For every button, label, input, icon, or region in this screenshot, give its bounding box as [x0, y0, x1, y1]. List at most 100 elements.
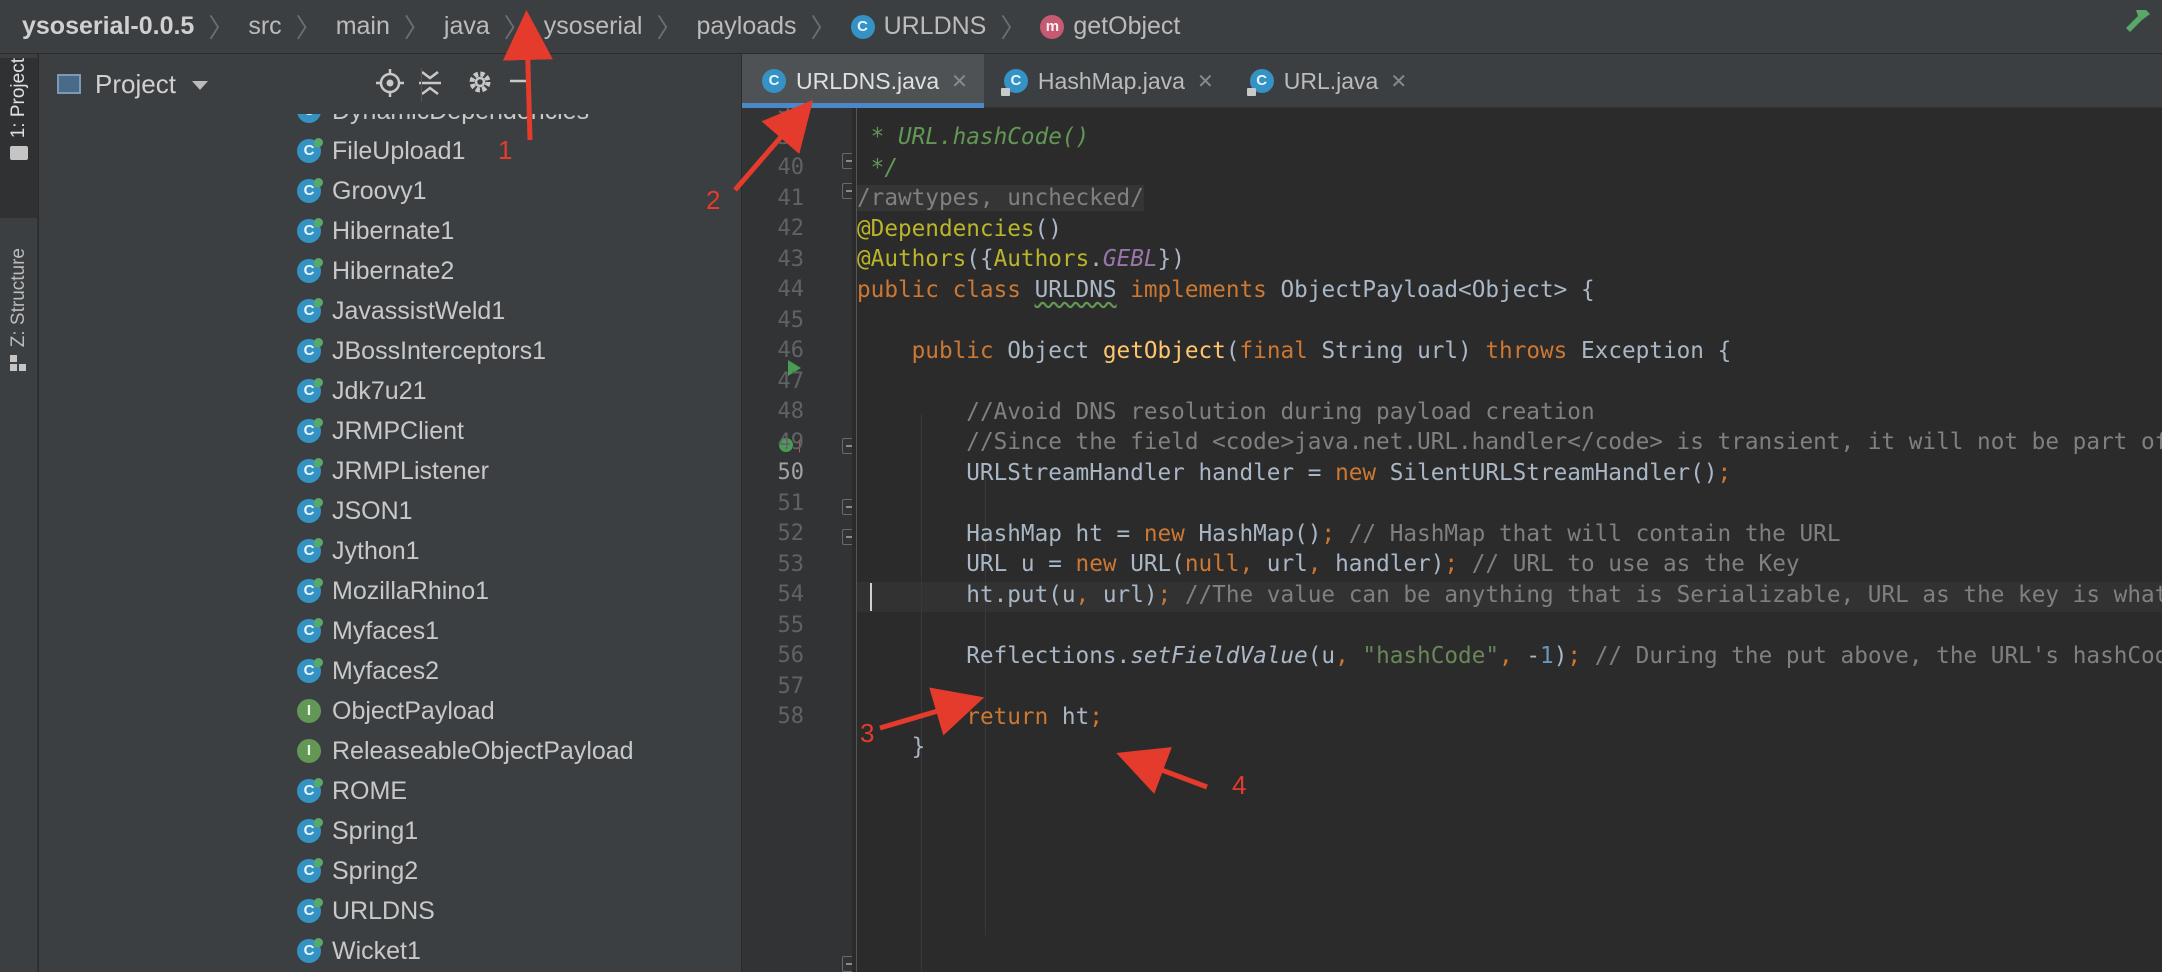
tree-item-myfaces1[interactable]: C Myfaces1	[297, 613, 439, 649]
line-number: 53	[777, 551, 805, 577]
breadcrumb-main[interactable]: main	[336, 12, 390, 41]
tree-item-wicket1[interactable]: C Wicket1	[297, 933, 421, 969]
breadcrumb-ysoserial[interactable]: ysoserial	[544, 12, 643, 41]
tree-item-hibernate2[interactable]: C Hibernate2	[297, 253, 454, 289]
tool-tab-structure[interactable]: Z: Structure	[0, 248, 38, 468]
code-line: return ht;	[966, 704, 1103, 730]
chevron-down-icon[interactable]	[191, 81, 208, 90]
editor-gutter[interactable]: I ↑ 383940414243444546474849505152535455…	[742, 108, 852, 972]
tree-item-objectpayload[interactable]: I ObjectPayload	[297, 693, 495, 729]
class-icon: C	[297, 218, 323, 243]
code-line: */	[857, 155, 898, 181]
tree-item-dynamicdependencies[interactable]: C DynamicDependencies	[297, 114, 589, 129]
tree-item-label: Spring1	[332, 816, 419, 845]
indent-guide	[921, 414, 922, 972]
annotation-label-1: 1	[498, 135, 513, 165]
tree-item-json1[interactable]: C JSON1	[297, 493, 413, 529]
interface-icon: I	[297, 739, 321, 763]
project-view-selector[interactable]: Project	[95, 69, 176, 100]
tree-item-releaseableobjectpayload[interactable]: I ReleaseableObjectPayload	[297, 733, 634, 769]
line-number: 51	[777, 490, 805, 516]
line-number: 46	[777, 338, 805, 363]
breadcrumb-payloads[interactable]: payloads	[696, 12, 796, 41]
fold-marker-icon[interactable]	[842, 499, 852, 515]
close-icon[interactable]: ✕	[1390, 69, 1407, 94]
breadcrumb-class-label: URLDNS	[883, 12, 987, 40]
tree-item-rome[interactable]: C ROME	[297, 773, 407, 809]
tool-tab-project[interactable]: 1: Project	[0, 58, 38, 218]
class-icon: C	[297, 898, 323, 923]
breadcrumb-separator: 〉	[208, 13, 235, 43]
breadcrumb-java[interactable]: java	[444, 12, 490, 41]
tree-item-label: ROME	[332, 776, 407, 805]
minimize-icon[interactable]	[503, 68, 537, 102]
tree-item-label: JRMPListener	[332, 456, 489, 485]
line-number: 56	[777, 643, 805, 668]
class-icon: C	[297, 818, 323, 843]
tree-item-label: Groovy1	[332, 176, 427, 205]
line-number: 42	[777, 216, 805, 241]
build-hammer-icon[interactable]	[2122, 6, 2162, 32]
tree-item-label: JRMPClient	[332, 416, 464, 445]
fold-marker-icon[interactable]	[842, 183, 852, 199]
code-line: Reflections.setFieldValue(u, "hashCode",…	[857, 643, 2162, 669]
close-icon[interactable]: ✕	[1197, 69, 1214, 94]
breadcrumb-src[interactable]: src	[248, 12, 281, 41]
fold-marker-icon[interactable]	[842, 153, 852, 169]
tab-label: URL.java	[1283, 67, 1379, 94]
method-icon: m	[1040, 14, 1065, 39]
line-number: 55	[777, 612, 805, 638]
code-line: HashMap ht = new HashMap(); // HashMap t…	[857, 521, 1841, 547]
fold-marker-icon[interactable]	[842, 956, 852, 972]
code-line: URLStreamHandler handler = new SilentURL…	[857, 460, 1732, 486]
class-icon: C	[297, 458, 323, 483]
tree-item-jrmplistener[interactable]: C JRMPListener	[297, 453, 489, 489]
tree-item-spring2[interactable]: C Spring2	[297, 853, 418, 889]
class-icon: C	[297, 658, 323, 683]
tree-item-label: URLDNS	[332, 896, 435, 925]
tree-item-label: Spring2	[332, 856, 419, 885]
tree-item-jdk7u21[interactable]: C Jdk7u21	[297, 373, 427, 409]
fold-marker-icon[interactable]	[842, 438, 852, 454]
tree-item-jrmpclient[interactable]: C JRMPClient	[297, 413, 464, 449]
collapse-all-icon[interactable]	[413, 68, 447, 102]
tree-item-urldns[interactable]: C URLDNS	[297, 893, 435, 929]
breadcrumb-project[interactable]: ysoserial-0.0.5	[22, 12, 194, 41]
gear-icon[interactable]	[463, 68, 497, 102]
tree-item-label: JSON1	[332, 496, 413, 525]
tree-item-hibernate1[interactable]: C Hibernate1	[297, 213, 454, 249]
line-number: 47	[777, 368, 805, 394]
tool-tab-structure-label: Z: Structure	[8, 248, 29, 348]
breadcrumb-separator: 〉	[503, 13, 530, 43]
tree-item-fileupload1[interactable]: C FileUpload1	[297, 133, 465, 169]
breadcrumb-class[interactable]: C URLDNS	[850, 12, 987, 41]
tree-item-label: JBossInterceptors1	[332, 336, 546, 365]
tree-item-mozillarhino1[interactable]: C MozillaRhino1	[297, 573, 489, 609]
fold-marker-icon[interactable]	[842, 529, 852, 545]
tree-item-spring1[interactable]: C Spring1	[297, 813, 418, 849]
tree-item-myfaces2[interactable]: C Myfaces2	[297, 653, 439, 689]
line-number: 49	[777, 429, 805, 455]
tree-item-javassistweld1[interactable]: C JavassistWeld1	[297, 293, 505, 329]
tree-item-groovy1[interactable]: C Groovy1	[297, 173, 426, 209]
locate-file-icon[interactable]	[373, 68, 407, 102]
line-number: 43	[777, 246, 805, 272]
tool-tab-project-label: 1: Project	[8, 58, 29, 139]
breadcrumb-method[interactable]: m getObject	[1040, 12, 1180, 41]
tree-item-label: Jython1	[332, 536, 420, 565]
project-panel-header: Project	[39, 54, 741, 114]
code-line: @Authors({Authors.GEBL})	[857, 246, 1185, 272]
tab-url-java[interactable]: C URL.java ✕	[1230, 54, 1423, 108]
tree-item-jbossinterceptors1[interactable]: C JBossInterceptors1	[297, 333, 546, 369]
breadcrumb-separator: 〉	[403, 13, 430, 43]
class-icon: C	[297, 778, 323, 803]
class-icon: C	[762, 69, 786, 93]
line-number: 50	[777, 460, 805, 485]
class-icon: C	[297, 338, 323, 363]
code-area[interactable]: * URL.hashCode() */ /rawtypes, unchecked…	[857, 108, 2162, 972]
editor-tab-bar: C URLDNS.java ✕ C HashMap.java ✕ C URL.j…	[742, 54, 2162, 108]
tree-item-jython1[interactable]: C Jython1	[297, 533, 420, 569]
close-icon[interactable]: ✕	[951, 69, 968, 94]
tab-hashmap-java[interactable]: C HashMap.java ✕	[984, 54, 1230, 108]
tab-urldns-java[interactable]: C URLDNS.java ✕	[742, 54, 984, 108]
